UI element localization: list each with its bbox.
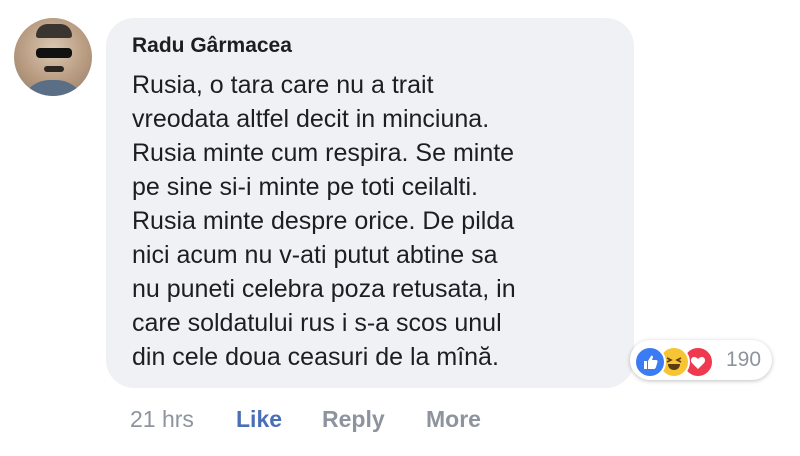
more-link[interactable]: More [426,406,481,433]
comment-bubble: Radu Gârmacea Rusia, o tara care nu a tr… [106,18,634,388]
like-icon [634,346,666,378]
reactions-summary[interactable]: 190 [630,340,772,380]
avatar[interactable] [14,18,92,96]
avatar-shirt [20,80,86,96]
comment-text: Rusia, o tara care nu a trait vreodata a… [132,71,516,371]
comment-timestamp[interactable]: 21 hrs [130,406,194,433]
reaction-count: 190 [726,348,762,371]
like-link[interactable]: Like [236,406,282,433]
reply-link[interactable]: Reply [322,406,385,433]
avatar-hair [36,24,72,38]
comment-author[interactable]: Radu Gârmacea [132,34,292,58]
avatar-mustache [44,66,64,72]
avatar-glasses [36,48,72,58]
